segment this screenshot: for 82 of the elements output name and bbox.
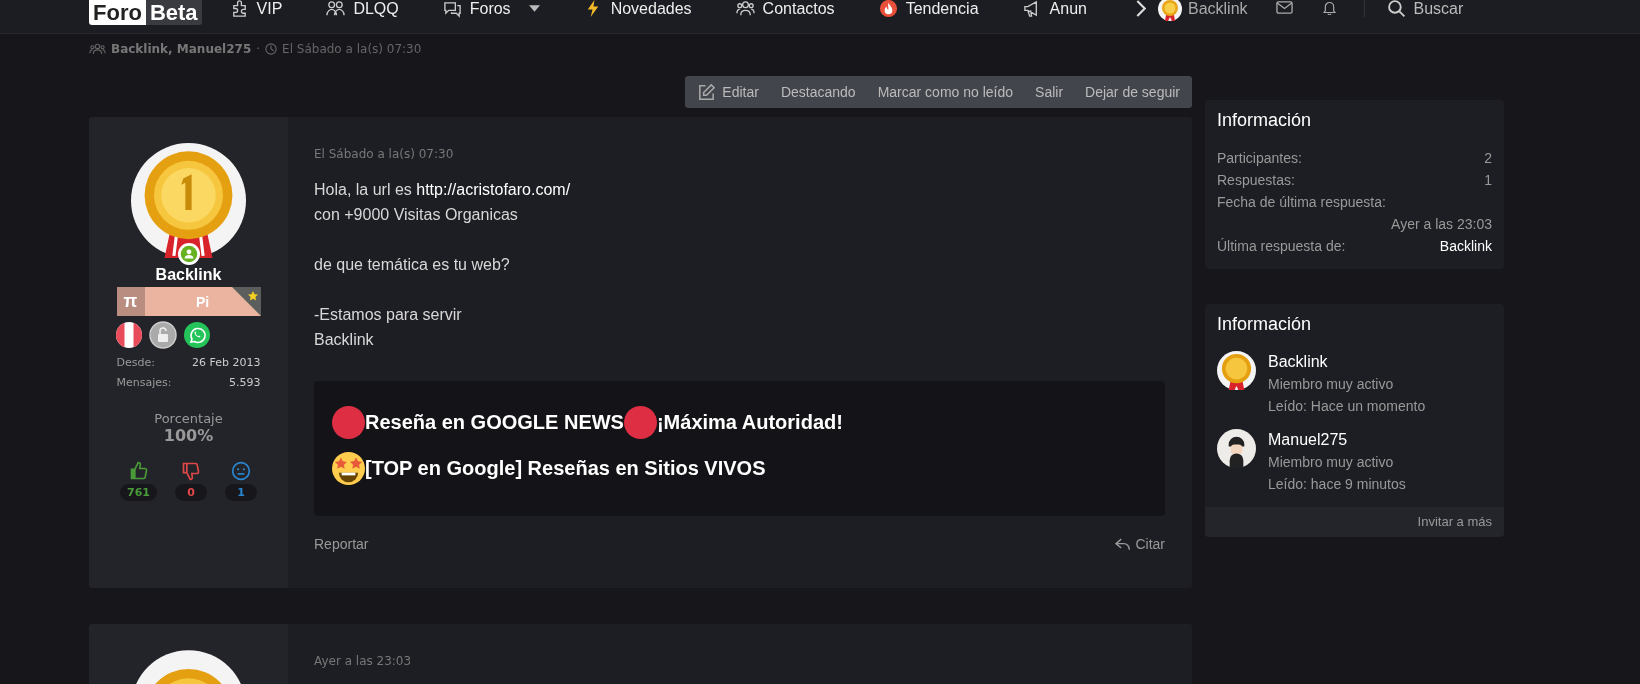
action-link[interactable]: Marcar como no leído [867,76,1026,108]
people-icon [326,0,346,18]
info-label: Última respuesta de: [1217,237,1346,256]
nav-link[interactable]: Novedades [583,0,692,17]
nav-link[interactable]: VIP [229,0,283,17]
flame-icon [878,0,898,18]
thumbs-up-icon[interactable] [128,461,149,481]
chevron-right-icon[interactable] [1134,0,1146,17]
post-text: Hola, la url es http://acristofaro.com/ [314,180,572,200]
info-label: Participantes: [1217,149,1302,168]
nav-link[interactable]: Foros [442,0,540,17]
search-icon [1386,0,1406,18]
neutral-face-icon[interactable] [231,461,251,481]
stat-value: 26 Feb 2013 [192,356,261,369]
user-banner: π Pi [116,287,261,316]
participants-icon [89,43,106,55]
reaction-count: 0 [175,484,207,501]
medal-avatar[interactable] [1217,351,1256,390]
bell-icon[interactable] [1320,0,1338,15]
action-link[interactable]: Salir [1025,76,1076,108]
info-value: 2 [1484,149,1492,168]
quote-link[interactable]: Citar [1115,536,1165,552]
medal-avatar[interactable] [131,143,246,258]
signature-link[interactable]: Reseña en GOOGLE NEWS [365,410,624,434]
read-status: Leído: hace 9 minutos [1268,475,1406,494]
circle-emoji-icon [332,405,365,439]
post-text: con +9000 Visitas Organicas [314,205,519,225]
action-link[interactable]: Destacando [770,76,868,108]
info-value: Ayer a las 23:03 [1391,215,1492,234]
reply-arrow-icon [1115,537,1132,551]
post-date[interactable]: Ayer a las 23:03 [314,654,1165,668]
search-button[interactable]: Buscar [1363,0,1464,17]
chat-icon [442,0,462,18]
flag-icon [115,321,143,349]
member-role: Miembro muy activo [1268,453,1395,472]
action-link[interactable]: Editar [697,76,771,108]
thread-date: El Sábado a la(s) 07:30 [282,42,422,56]
read-status: Leído: Hace un momento [1268,397,1426,416]
percentage-value: 100% [163,426,214,445]
member-role: Miembro muy activo [1268,375,1395,394]
nav-link[interactable]: Contactos [735,0,835,17]
invite-link[interactable]: Invitar a más [1417,514,1492,529]
url-link[interactable]: http://acristofaro.com/ [416,181,571,198]
info-value: 1 [1484,171,1492,190]
nav-link[interactable]: DLQQ [326,0,399,17]
stat-label: Mensajes: [116,376,172,389]
card-title: Información [1217,314,1313,335]
percentage-label: Porcentaje [154,411,223,426]
user-link[interactable]: Backlink [1439,235,1492,257]
cartoon-person-avatar[interactable] [1217,429,1256,468]
signature-link[interactable]: ¡Máxima Autoridad! [656,410,843,434]
username[interactable]: Backlink [155,266,222,284]
stat-value: 5.593 [229,376,261,389]
post-text: de que temática es tu web? [314,255,511,275]
signature-link[interactable]: [TOP en Google] Reseñas en Sitios VIVOS [365,456,766,480]
clock-icon [265,43,278,55]
unlocked-padlock-icon [149,321,177,349]
whatsapp-icon[interactable] [183,321,211,349]
thumbs-down-icon[interactable] [181,461,201,481]
info-label: Fecha de última respuesta: [1217,193,1387,212]
user-menu[interactable]: Backlink [1157,0,1248,20]
post-date[interactable]: El Sábado a la(s) 07:30 [314,147,1165,161]
member-name[interactable]: Backlink [1268,351,1426,373]
medal-avatar-icon [1157,0,1182,21]
star-struck-face-icon [332,451,365,485]
info-label: Respuestas: [1217,171,1295,190]
stat-label: Desde: [116,356,155,369]
circle-emoji-icon [623,405,657,439]
mail-icon[interactable] [1275,0,1293,15]
nav-link[interactable]: Anun [1022,0,1087,17]
reaction-count: 761 [120,484,157,501]
member-name[interactable]: Manuel275 [1268,429,1406,451]
post-text: Backlink [314,330,375,350]
post-text: -Estamos para servir [314,305,463,325]
reaction-count: 1 [225,484,257,501]
card-title: Información [1217,110,1313,131]
participants-link[interactable]: Backlink, Manuel275 [111,42,252,56]
nav-link[interactable]: Tendencia [878,0,979,17]
separator: · [256,42,261,56]
report-link[interactable]: Reportar [314,536,369,552]
group-icon [735,0,755,18]
action-link[interactable]: Dejar de seguir [1075,76,1192,108]
